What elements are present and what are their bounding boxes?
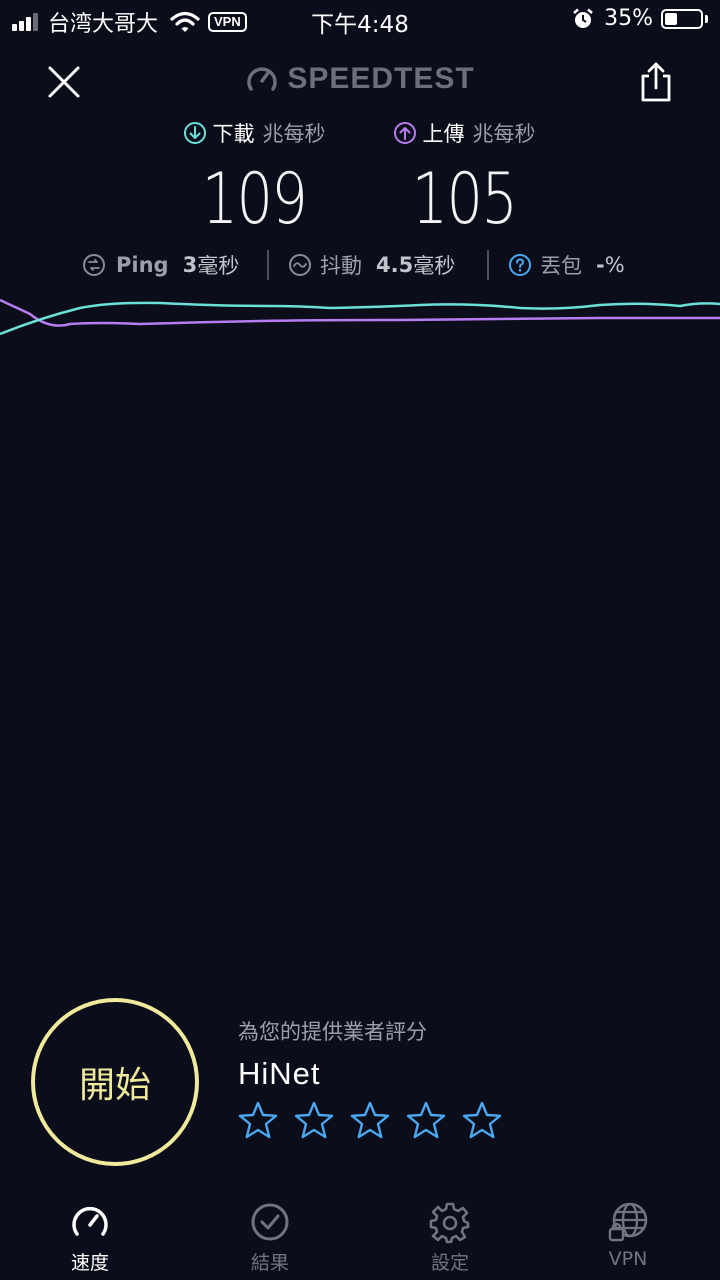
speedtest-gauge-icon bbox=[247, 67, 277, 91]
loss-label: 丟包 bbox=[540, 254, 582, 278]
ping-value: 3 bbox=[182, 253, 198, 277]
upload-arrow-icon bbox=[393, 122, 416, 144]
download-header: 下載 兆每秒 bbox=[144, 118, 364, 148]
globe-lock-icon bbox=[608, 1202, 648, 1242]
nav-results-label: 結果 bbox=[250, 1252, 289, 1274]
stats-divider bbox=[487, 250, 489, 280]
stats-row: Ping 3 毫秒 抖動 4.5 毫秒 丟包 - % bbox=[0, 246, 720, 282]
rating-prompt: 為您的提供業者評分 bbox=[238, 1020, 427, 1044]
download-unit: 兆每秒 bbox=[262, 122, 326, 146]
provider-name: HiNet bbox=[238, 1056, 321, 1091]
nav-settings-label: 設定 bbox=[430, 1252, 469, 1274]
star-icon[interactable] bbox=[238, 1100, 278, 1140]
jitter-value: 4.5 bbox=[376, 253, 414, 277]
jitter-icon bbox=[289, 254, 311, 276]
bottom-nav: 速度 結果 設定 VPN bbox=[0, 1196, 720, 1280]
ping-label: Ping bbox=[116, 253, 169, 277]
loss-unit: % bbox=[604, 253, 625, 277]
download-label: 下載 bbox=[212, 122, 255, 146]
alarm-icon bbox=[573, 8, 593, 28]
share-button[interactable] bbox=[636, 60, 676, 104]
checkmark-circle-icon bbox=[251, 1203, 289, 1241]
ping-icon bbox=[83, 254, 105, 276]
upload-result: 上傳 兆每秒 105 bbox=[354, 118, 574, 240]
help-icon[interactable] bbox=[508, 253, 532, 277]
nav-vpn[interactable]: VPN bbox=[568, 1196, 688, 1270]
battery-fill bbox=[665, 12, 677, 25]
download-arrow-icon bbox=[183, 122, 206, 144]
jitter-label: 抖動 bbox=[320, 254, 362, 278]
speedtest-logo: SPEEDTEST bbox=[0, 62, 720, 96]
loss-value: - bbox=[596, 253, 605, 277]
upload-header: 上傳 兆每秒 bbox=[354, 118, 574, 148]
speed-graph bbox=[0, 298, 720, 336]
rating-stars bbox=[238, 1100, 518, 1140]
download-value: 109 bbox=[201, 158, 308, 240]
nav-results[interactable]: 結果 bbox=[210, 1196, 330, 1275]
upload-label: 上傳 bbox=[422, 122, 465, 146]
battery-tip bbox=[705, 14, 708, 23]
jitter-unit: 毫秒 bbox=[413, 254, 456, 278]
nav-speed-label: 速度 bbox=[70, 1252, 109, 1274]
gear-icon bbox=[429, 1202, 470, 1244]
battery-percent: 35% bbox=[604, 6, 653, 31]
ping-stat: Ping 3 毫秒 bbox=[82, 250, 239, 280]
status-right: 35% bbox=[572, 6, 708, 31]
start-label: 開始 bbox=[78, 1065, 151, 1106]
speedometer-icon bbox=[72, 1206, 108, 1236]
provider-rating: 為您的提供業者評分 HiNet bbox=[238, 1016, 518, 1140]
nav-vpn-label: VPN bbox=[608, 1248, 648, 1270]
download-result: 下載 兆每秒 109 bbox=[144, 118, 364, 240]
stats-divider bbox=[267, 250, 269, 280]
star-icon[interactable] bbox=[294, 1100, 334, 1140]
loss-stat: 丟包 - % bbox=[508, 250, 625, 280]
speedtest-screen: 台湾大哥大 VPN 下午4:48 35% SPEEDTEST 下載 兆每秒 10… bbox=[0, 0, 720, 1280]
star-icon[interactable] bbox=[462, 1100, 502, 1140]
ping-unit: 毫秒 bbox=[197, 254, 240, 278]
status-bar: 台湾大哥大 VPN 下午4:48 35% bbox=[0, 0, 720, 40]
battery-icon bbox=[661, 8, 703, 29]
star-icon[interactable] bbox=[406, 1100, 446, 1140]
logo-text: SPEEDTEST bbox=[287, 62, 475, 95]
share-icon bbox=[641, 62, 671, 102]
start-button[interactable]: 開始 bbox=[31, 998, 199, 1166]
upload-unit: 兆每秒 bbox=[472, 122, 536, 146]
upload-value: 105 bbox=[411, 158, 518, 240]
jitter-stat: 抖動 4.5 毫秒 bbox=[288, 250, 455, 280]
star-icon[interactable] bbox=[350, 1100, 390, 1140]
nav-settings[interactable]: 設定 bbox=[390, 1196, 510, 1275]
nav-speed[interactable]: 速度 bbox=[30, 1196, 150, 1275]
